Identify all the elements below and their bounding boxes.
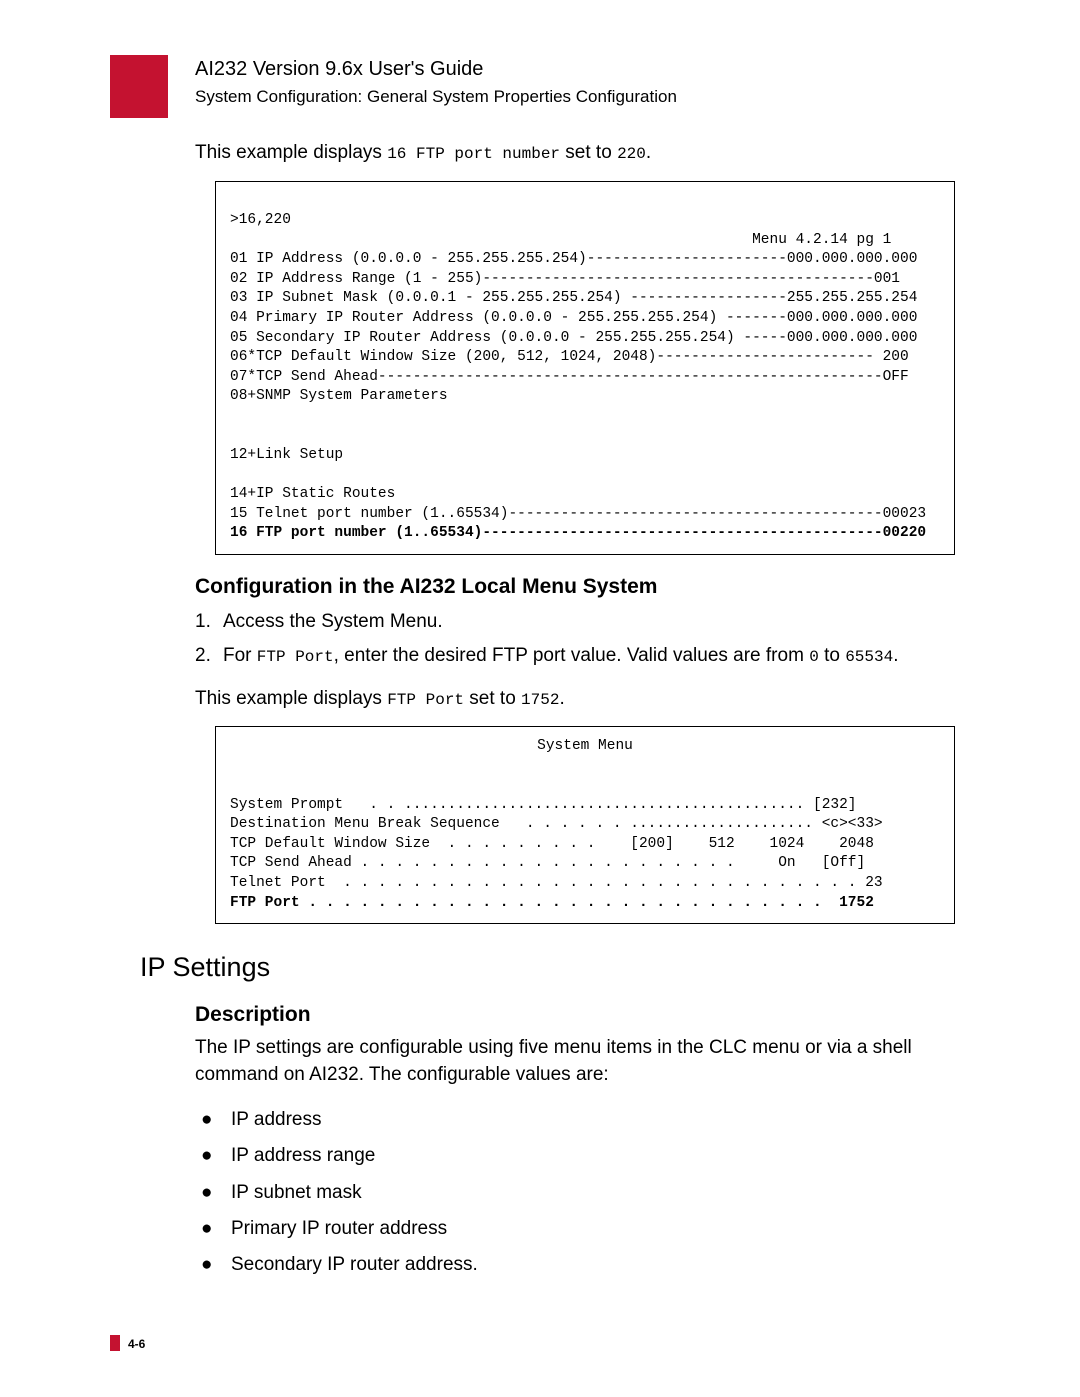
code-inline: FTP Port (257, 648, 334, 666)
code-line: 15 Telnet port number (1..65534)--------… (230, 506, 926, 522)
text: This example displays (195, 688, 387, 709)
code-line-highlight: 16 FTP port number (1..65534)-----------… (230, 525, 926, 541)
code-line: 14+IP Static Routes (230, 486, 395, 502)
doc-title: AI232 Version 9.6x User's Guide (195, 58, 677, 81)
code-line: >16,220 (230, 212, 291, 228)
list-item: ●Primary IP router address (195, 1211, 955, 1247)
sidebar-accent (110, 55, 168, 118)
list-text: IP address range (231, 1138, 375, 1174)
description-paragraph: The IP settings are configurable using f… (195, 1035, 955, 1088)
code-inline: 65534 (845, 648, 893, 666)
text: , enter the desired FTP port value. Vali… (334, 645, 810, 666)
list-text: Access the System Menu. (223, 607, 443, 637)
code-line: 06*TCP Default Window Size (200, 512, 10… (230, 349, 909, 365)
list-item: ●IP address range (195, 1138, 955, 1174)
main-content: This example displays 16 FTP port number… (195, 140, 955, 1283)
text: This example displays (195, 142, 387, 163)
code-line-highlight: FTP Port . . . . . . . . . . . . . . . .… (230, 895, 874, 911)
code-block-menu: >16,220 Menu 4.2.14 pg 1 01 IP Address (… (215, 181, 955, 555)
text: set to (560, 142, 617, 163)
code-block-system-menu: System Menu System Prompt . . ..........… (215, 726, 955, 924)
code-inline: 220 (617, 145, 646, 163)
list-item: 1. Access the System Menu. (195, 607, 955, 637)
code-line: TCP Send Ahead . . . . . . . . . . . . .… (230, 855, 865, 871)
code-line: 07*TCP Send Ahead-----------------------… (230, 369, 909, 385)
list-number: 1. (195, 607, 223, 637)
intro-paragraph: This example displays 16 FTP port number… (195, 140, 955, 167)
code-line: Destination Menu Break Sequence . . . . … (230, 816, 883, 832)
list-text: For FTP Port, enter the desired FTP port… (223, 641, 899, 671)
code-line: 03 IP Subnet Mask (0.0.0.1 - 255.255.255… (230, 290, 917, 306)
section-heading-ip: IP Settings (140, 952, 955, 983)
bullet-icon: ● (195, 1175, 231, 1211)
page-header: AI232 Version 9.6x User's Guide System C… (195, 58, 677, 107)
doc-subtitle: System Configuration: General System Pro… (195, 87, 677, 107)
bullet-icon: ● (195, 1211, 231, 1247)
text: set to (464, 688, 521, 709)
list-item: ●Secondary IP router address. (195, 1247, 955, 1283)
list-text: IP address (231, 1102, 321, 1138)
text: . (893, 645, 898, 666)
footer-accent (110, 1335, 120, 1351)
list-item: ●IP address (195, 1102, 955, 1138)
numbered-list: 1. Access the System Menu. 2. For FTP Po… (195, 607, 955, 672)
code-line: 02 IP Address Range (1 - 255)-----------… (230, 271, 900, 287)
bullet-list: ●IP address ●IP address range ●IP subnet… (195, 1102, 955, 1282)
subsection-heading-description: Description (195, 1003, 955, 1027)
code-line: 12+Link Setup (230, 447, 343, 463)
code-line: Menu 4.2.14 pg 1 (230, 232, 891, 248)
list-number: 2. (195, 641, 223, 671)
section-heading-config: Configuration in the AI232 Local Menu Sy… (195, 575, 955, 599)
code-inline: 0 (809, 648, 819, 666)
example-paragraph: This example displays FTP Port set to 17… (195, 686, 955, 713)
bullet-icon: ● (195, 1138, 231, 1174)
list-item: 2. For FTP Port, enter the desired FTP p… (195, 641, 955, 671)
code-line: 01 IP Address (0.0.0.0 - 255.255.255.254… (230, 251, 917, 267)
text: . (646, 142, 651, 163)
list-text: Secondary IP router address. (231, 1247, 478, 1283)
code-line: Telnet Port . . . . . . . . . . . . . . … (230, 875, 883, 891)
bullet-icon: ● (195, 1247, 231, 1283)
code-inline: 1752 (521, 691, 559, 709)
text: For (223, 645, 257, 666)
code-line: TCP Default Window Size . . . . . . . . … (230, 836, 874, 852)
text: to (819, 645, 845, 666)
page-number: 4-6 (128, 1337, 145, 1351)
code-inline: 16 FTP port number (387, 145, 560, 163)
code-line: 08+SNMP System Parameters (230, 388, 448, 404)
code-title: System Menu (230, 737, 940, 757)
code-line: 05 Secondary IP Router Address (0.0.0.0 … (230, 330, 917, 346)
bullet-icon: ● (195, 1102, 231, 1138)
list-text: IP subnet mask (231, 1175, 362, 1211)
code-line: System Prompt . . ......................… (230, 797, 857, 813)
code-line: 04 Primary IP Router Address (0.0.0.0 - … (230, 310, 917, 326)
code-inline: FTP Port (387, 691, 464, 709)
list-text: Primary IP router address (231, 1211, 447, 1247)
list-item: ●IP subnet mask (195, 1175, 955, 1211)
text: . (559, 688, 564, 709)
